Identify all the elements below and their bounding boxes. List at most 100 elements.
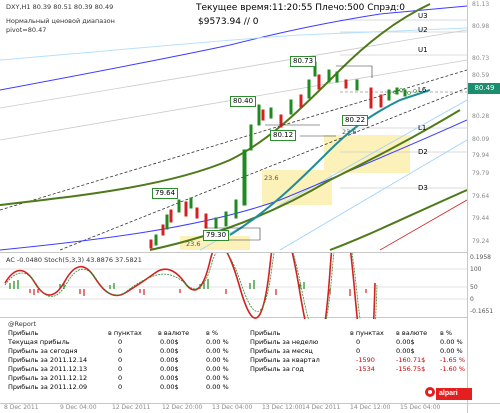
price-axis-label: 80.09: [472, 136, 490, 143]
report-cell-cur: 0.00$: [160, 365, 179, 373]
indicator-level-label: 0: [470, 296, 474, 303]
indicator-level-label: -0.1651: [470, 308, 494, 315]
range-description-line1: Нормальный ценовой диапазон: [6, 17, 115, 25]
report-cell-label: Прибыль за год: [250, 365, 304, 373]
pivot-label-d3: D3: [418, 184, 428, 192]
report-cell-pct: 0.00 %: [206, 356, 229, 364]
report-cell-label: Прибыль за 2011.12.09: [8, 383, 88, 391]
report-panel: @Report Прибыль в пунктах в валюте в % П…: [0, 318, 472, 403]
report-cell-pct: 0.00 %: [440, 347, 463, 355]
price-marker-4: 79.64: [152, 188, 179, 199]
trading-terminal-window: DXY,H1 80.39 80.51 80.39 80.49 Нормальны…: [0, 0, 500, 413]
price-axis-label: 79.44: [472, 215, 490, 222]
pivot-label-d2: D2: [418, 148, 428, 156]
price-axis-label: 80.98: [472, 23, 490, 30]
report-cell-label: Прибыль за 2011.12.12: [8, 374, 88, 382]
report-cell-pct: -1.60 %: [440, 365, 466, 373]
report-cell-label: Прибыль за 2011.12.13: [8, 365, 88, 373]
report-col-header-pts: в пунктах: [108, 329, 142, 337]
range-description-line2: pivot=80.47: [6, 26, 47, 34]
indicator-level-label: 0.1958: [470, 254, 491, 261]
price-axis-label: 80.28: [472, 113, 490, 120]
report-cell-label: Прибыль за сегодня: [8, 347, 78, 355]
pivot-label-u2: U2: [418, 26, 428, 34]
indicator-level-label: 50: [470, 284, 478, 291]
time-axis-label: 9 Dec 04:00: [60, 404, 97, 411]
report-cell-cur: 0.00$: [160, 383, 179, 391]
price-axis-label: 81.13: [472, 1, 490, 8]
report-cell-pct: 0.00 %: [206, 383, 229, 391]
fib-zone-upper: [324, 135, 410, 173]
report-col-header-pts: в пунктах: [350, 329, 384, 337]
pivot-label-l1: L1: [418, 124, 427, 132]
report-col-header-cur: в валюте: [158, 329, 190, 337]
report-cell-cur: -160.71$: [396, 356, 426, 364]
report-row-label: Прибыль: [8, 329, 39, 337]
time-axis-label: 12 Dec 20:00: [162, 404, 203, 411]
report-cell-pts: -1590: [356, 356, 375, 364]
pivot-label-u3: U3: [418, 12, 428, 20]
report-title: @Report: [8, 320, 37, 328]
fib-level-label-1: 23.6: [264, 174, 279, 182]
report-cell-pct: 0.00 %: [206, 365, 229, 373]
time-axis: 8 Dec 2011 9 Dec 04:00 12 Dec 2011 12 De…: [0, 403, 500, 413]
oscillator-panel[interactable]: AC -0.0480 Stoch(5,3,3) 43.8876 37.5821: [0, 204, 467, 377]
report-cell-pct: 0.00 %: [206, 347, 229, 355]
time-axis-label: 14 Dec 2011: [302, 404, 341, 411]
report-col-header-cur: в валюте: [396, 329, 428, 337]
report-cell-pct: 0.00 %: [206, 338, 229, 346]
price-chart-canvas: [0, 3, 468, 251]
report-cell-pts: 0: [118, 383, 123, 391]
fib-level-label-2: 23.6: [342, 128, 357, 136]
report-cell-pts: 0: [356, 347, 361, 355]
price-axis-label: 79.94: [472, 152, 490, 159]
report-cell-pts: -1534: [356, 365, 375, 373]
price-axis-label: 79.24: [472, 238, 490, 245]
trend-line-red: [379, 199, 468, 251]
indicator-label: AC -0.0480 Stoch(5,3,3) 43.8876 37.5821: [6, 256, 142, 264]
range-description: Нормальный ценовой диапазон pivot=80.47: [6, 17, 115, 35]
report-col-header-pct: в %: [206, 329, 219, 337]
time-axis-label: 8 Dec 2011: [4, 404, 39, 411]
report-cell-pct: -1.65 %: [440, 356, 466, 364]
price-marker-2: 80.40: [230, 96, 257, 107]
indicator-level-label: 100: [470, 266, 482, 273]
broker-logo: alpari: [436, 388, 472, 400]
time-axis-label: 14 Dec 12:00: [350, 404, 391, 411]
report-cell-pts: 0: [118, 338, 123, 346]
pivot-label-l6: L6: [418, 86, 427, 94]
alpari-logo-icon: [425, 387, 435, 397]
time-axis-label: 15 Dec 04:00: [400, 404, 441, 411]
time-axis-label: 13 Dec 12:00: [262, 404, 303, 411]
report-cell-label: Прибыль за неделю: [250, 338, 319, 346]
balance-info: $9573.94 // 0: [198, 17, 259, 27]
price-axis-label: 79.64: [472, 193, 490, 200]
report-cell-pts: 0: [118, 374, 123, 382]
report-cell-cur: 0.00$: [160, 347, 179, 355]
price-marker-3: 80.12: [270, 130, 297, 141]
report-cell-cur: -156.75$: [396, 365, 426, 373]
report-cell-cur: 0.00$: [160, 374, 179, 382]
report-cell-cur: 0.00$: [160, 338, 179, 346]
price-marker-low: 79.30: [203, 230, 230, 241]
price-axis-label: 80.59: [472, 72, 490, 79]
report-cell-label: Текущая прибыль: [8, 338, 70, 346]
report-col-header-pct: в %: [440, 329, 453, 337]
price-chart[interactable]: DXY,H1 80.39 80.51 80.39 80.49 Нормальны…: [0, 0, 500, 252]
report-row-label: Прибыль: [250, 329, 281, 337]
price-axis-label: 80.73: [472, 55, 490, 62]
price-marker-6: 80.22: [342, 115, 369, 126]
time-axis-label: 13 Dec 04:00: [212, 404, 253, 411]
report-cell-label: Прибыль за квартал: [250, 356, 320, 364]
moving-average-dark-bottom: [329, 189, 468, 251]
report-cell-pts: 0: [118, 365, 123, 373]
report-cell-pts: 0: [118, 347, 123, 355]
price-axis: 81.13 80.98 80.73 80.59 80.49 80.28 80.0…: [467, 0, 500, 413]
report-cell-pts: 0: [118, 356, 123, 364]
price-marker-high: 80.73: [290, 56, 317, 67]
fib-level-label-3: 23.6: [186, 240, 201, 248]
price-axis-label: 79.79: [472, 170, 490, 177]
symbol-header: DXY,H1 80.39 80.51 80.39 80.49: [6, 3, 114, 11]
report-cell-label: Прибыль за месяц: [250, 347, 313, 355]
report-cell-pct: 0.00 %: [206, 374, 229, 382]
